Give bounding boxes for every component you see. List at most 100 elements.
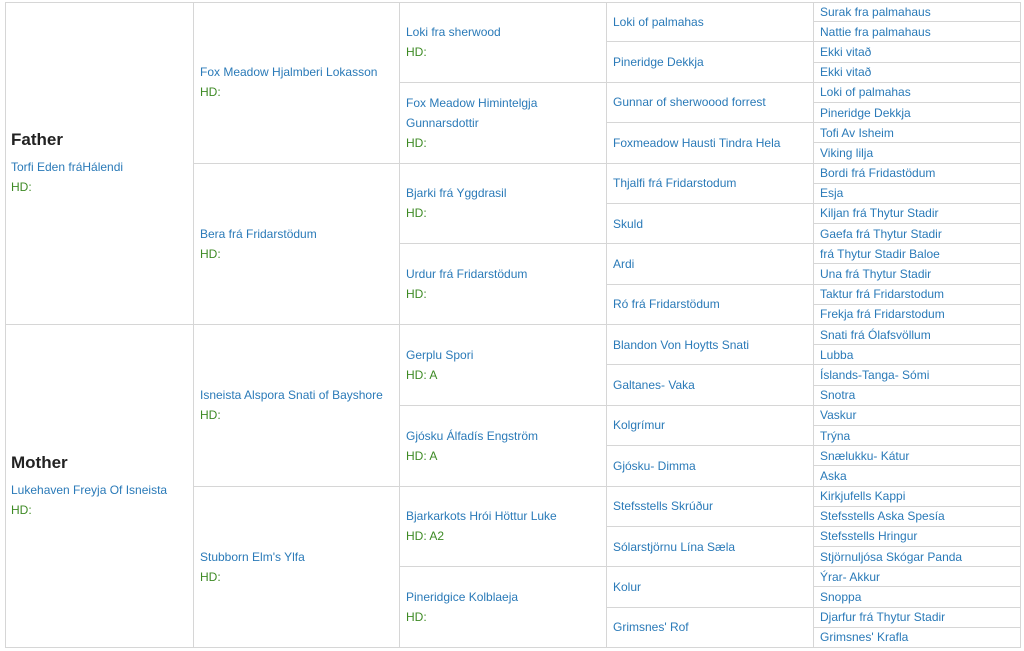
mother-sire-dam-cell: Gjósku Álfadís Engström HD: A [400,405,607,487]
father-sire-dam-sire-name-link[interactable]: Gunnar of sherwoood forrest [613,92,807,112]
father-dam-dam-dam-name-link[interactable]: Ró frá Fridarstödum [613,294,807,314]
father-sire-dam-dam-entry: Foxmeadow Hausti Tindra Hela [613,133,807,153]
father-dam-dam-sire-dam-name-link[interactable]: Una frá Thytur Stadir [820,264,1014,284]
father-dam-sire-dam-dam-cell: Gaefa frá Thytur Stadir [814,224,1021,245]
father-sire-dam-cell: Fox Meadow Himintelgja Gunnarsdottir HD: [400,82,607,164]
mother-sire-sire-sire-sire-cell: Snati frá Ólafsvöllum [814,325,1021,346]
mother-sire-sire-dam-name-link[interactable]: Galtanes- Vaka [613,375,807,395]
father-dam-sire-sire-sire-entry: Bordi frá Fridastödum [820,163,1014,183]
mother-name-link[interactable]: Lukehaven Freyja Of Isneista [11,480,187,500]
father-sire-sire-dam-name-link[interactable]: Pineridge Dekkja [613,52,807,72]
father-dam-cell: Bera frá Fridarstödum HD: [194,163,400,325]
mother-dam-sire-dam-dam-cell: Stjörnuljósa Skógar Panda [814,547,1021,568]
father-cell: Father Torfi Eden fráHálendi HD: [5,2,194,325]
father-sire-dam-sire-dam-name-link[interactable]: Pineridge Dekkja [820,103,1014,123]
mother-sire-dam-sire-name-link[interactable]: Kolgrímur [613,415,807,435]
mother-sire-sire-sire-name-link[interactable]: Blandon Von Hoytts Snati [613,335,807,355]
father-dam-sire-sire-sire-cell: Bordi frá Fridastödum [814,163,1021,184]
mother-dam-sire-sire-sire-name-link[interactable]: Kirkjufells Kappi [820,486,1014,506]
mother-sire-dam-dam-dam-name-link[interactable]: Aska [820,466,1014,486]
father-sire-dam-dam-sire-name-link[interactable]: Tofi Av Isheim [820,123,1014,143]
father-sire-sire-sire-dam-name-link[interactable]: Nattie fra palmahaus [820,22,1014,42]
mother-sire-dam-dam-sire-name-link[interactable]: Snælukku- Kátur [820,446,1014,466]
father-dam-sire-entry: Bjarki frá Yggdrasil HD: [406,183,600,223]
father-sire-dam-dam-name-link[interactable]: Foxmeadow Hausti Tindra Hela [613,133,807,153]
father-dam-dam-entry: Urdur frá Fridarstödum HD: [406,264,600,304]
father-sire-sire-cell: Loki fra sherwood HD: [400,2,607,83]
mother-dam-dam-dam-dam-name-link[interactable]: Grimsnes' Krafla [820,627,1014,647]
mother-sire-dam-sire-dam-name-link[interactable]: Trýna [820,426,1014,446]
mother-sire-dam-dam-name-link[interactable]: Gjósku- Dimma [613,456,807,476]
father-sire-sire-dam-dam-cell: Ekki vitað [814,62,1021,83]
father-sire-sire-dam-sire-cell: Ekki vitað [814,42,1021,63]
mother-sire-dam-sire-sire-name-link[interactable]: Vaskur [820,405,1014,425]
mother-sire-name-link[interactable]: Isneista Alspora Snati of Bayshore [200,385,393,405]
mother-sire-sire-sire-entry: Blandon Von Hoytts Snati [613,335,807,355]
father-dam-dam-dam-sire-name-link[interactable]: Taktur frá Fridarstodum [820,284,1014,304]
mother-sire-dam-dam-dam-cell: Aska [814,466,1021,487]
mother-sire-sire-sire-dam-name-link[interactable]: Lubba [820,345,1014,365]
mother-sire-sire-sire-sire-entry: Snati frá Ólafsvöllum [820,325,1014,345]
mother-sire-sire-dam-dam-name-link[interactable]: Snotra [820,385,1014,405]
father-sire-name-link[interactable]: Fox Meadow Hjalmberi Lokasson [200,62,393,82]
mother-dam-dam-hd-status: HD: [406,610,427,625]
father-sire-dam-name-link[interactable]: Fox Meadow Himintelgja Gunnarsdottir [406,93,600,133]
father-dam-dam-sire-name-link[interactable]: Ardi [613,254,807,274]
father-sire-dam-dam-dam-name-link[interactable]: Viking lilja [820,143,1014,163]
father-dam-sire-sire-dam-name-link[interactable]: Esja [820,183,1014,203]
mother-dam-dam-sire-dam-name-link[interactable]: Snoppa [820,587,1014,607]
mother-dam-dam-name-link[interactable]: Pineridgice Kolblaeja [406,587,600,607]
father-dam-sire-name-link[interactable]: Bjarki frá Yggdrasil [406,183,600,203]
father-sire-sire-sire-sire-name-link[interactable]: Surak fra palmahaus [820,2,1014,22]
father-sire-sire-hd-status: HD: [406,44,427,59]
father-sire-sire-sire-sire-entry: Surak fra palmahaus [820,2,1014,22]
mother-dam-dam-dam-sire-name-link[interactable]: Djarfur frá Thytur Stadir [820,607,1014,627]
father-sire-dam-sire-sire-name-link[interactable]: Loki of palmahas [820,82,1014,102]
mother-sire-sire-dam-dam-cell: Snotra [814,385,1021,406]
father-name-link[interactable]: Torfi Eden fráHálendi [11,157,187,177]
father-dam-dam-dam-cell: Ró frá Fridarstödum [607,284,814,325]
mother-sire-sire-sire-sire-name-link[interactable]: Snati frá Ólafsvöllum [820,325,1014,345]
mother-dam-sire-name-link[interactable]: Bjarkarkots Hrói Höttur Luke [406,506,600,526]
mother-sire-dam-sire-sire-entry: Vaskur [820,405,1014,425]
mother-dam-sire-sire-dam-name-link[interactable]: Stefsstells Aska Spesía [820,506,1014,526]
father-dam-sire-sire-name-link[interactable]: Thjalfi frá Fridarstodum [613,173,807,193]
father-sire-dam-sire-cell: Gunnar of sherwoood forrest [607,82,814,124]
mother-dam-sire-dam-sire-name-link[interactable]: Stefsstells Hringur [820,526,1014,546]
father-dam-sire-dam-dam-name-link[interactable]: Gaefa frá Thytur Stadir [820,224,1014,244]
mother-dam-hd-status: HD: [200,569,221,584]
mother-sire-sire-dam-dam-entry: Snotra [820,385,1014,405]
father-dam-dam-name-link[interactable]: Urdur frá Fridarstödum [406,264,600,284]
mother-dam-sire-dam-dam-entry: Stjörnuljósa Skógar Panda [820,547,1014,567]
mother-dam-sire-dam-sire-cell: Stefsstells Hringur [814,526,1021,548]
father-dam-sire-dam-sire-name-link[interactable]: Kiljan frá Thytur Stadir [820,203,1014,223]
father-sire-sire-name-link[interactable]: Loki fra sherwood [406,22,600,42]
mother-dam-sire-dam-name-link[interactable]: Sólarstjörnu Lína Sæla [613,537,807,557]
mother-sire-sire-name-link[interactable]: Gerplu Spori [406,345,600,365]
mother-dam-name-link[interactable]: Stubborn Elm's Ylfa [200,547,393,567]
father-dam-dam-dam-dam-name-link[interactable]: Frekja frá Fridarstodum [820,304,1014,324]
father-sire-sire-sire-name-link[interactable]: Loki of palmahas [613,12,807,32]
father-entry: Father Torfi Eden fráHálendi HD: [11,129,187,197]
father-dam-name-link[interactable]: Bera frá Fridarstödum [200,224,393,244]
mother-sire-cell: Isneista Alspora Snati of Bayshore HD: [194,325,400,487]
father-sire-entry: Fox Meadow Hjalmberi Lokasson HD: [200,62,393,102]
father-dam-sire-dam-name-link[interactable]: Skuld [613,214,807,234]
mother-dam-dam-cell: Pineridgice Kolblaeja HD: [400,567,607,648]
mother-sire-sire-sire-dam-entry: Lubba [820,345,1014,365]
mother-sire-sire-sire-dam-cell: Lubba [814,345,1021,366]
father-dam-sire-sire-dam-cell: Esja [814,183,1021,204]
mother-dam-dam-dam-name-link[interactable]: Grimsnes' Rof [613,617,807,637]
father-dam-dam-sire-sire-name-link[interactable]: frá Thytur Stadir Baloe [820,244,1014,264]
father-dam-sire-cell: Bjarki frá Yggdrasil HD: [400,163,607,245]
father-sire-sire-dam-dam-name-link[interactable]: Ekki vitað [820,62,1014,82]
father-dam-sire-sire-sire-name-link[interactable]: Bordi frá Fridastödum [820,163,1014,183]
mother-sire-dam-dam-sire-entry: Snælukku- Kátur [820,446,1014,466]
mother-sire-sire-dam-sire-name-link[interactable]: Íslands-Tanga- Sómi [820,365,1014,385]
mother-dam-dam-sire-name-link[interactable]: Kolur [613,577,807,597]
mother-dam-dam-sire-sire-name-link[interactable]: Ýrar- Akkur [820,567,1014,587]
mother-sire-dam-name-link[interactable]: Gjósku Álfadís Engström [406,426,600,446]
mother-dam-sire-sire-name-link[interactable]: Stefsstells Skrúður [613,496,807,516]
father-sire-sire-dam-sire-name-link[interactable]: Ekki vitað [820,42,1014,62]
mother-dam-sire-dam-dam-name-link[interactable]: Stjörnuljósa Skógar Panda [820,547,1014,567]
